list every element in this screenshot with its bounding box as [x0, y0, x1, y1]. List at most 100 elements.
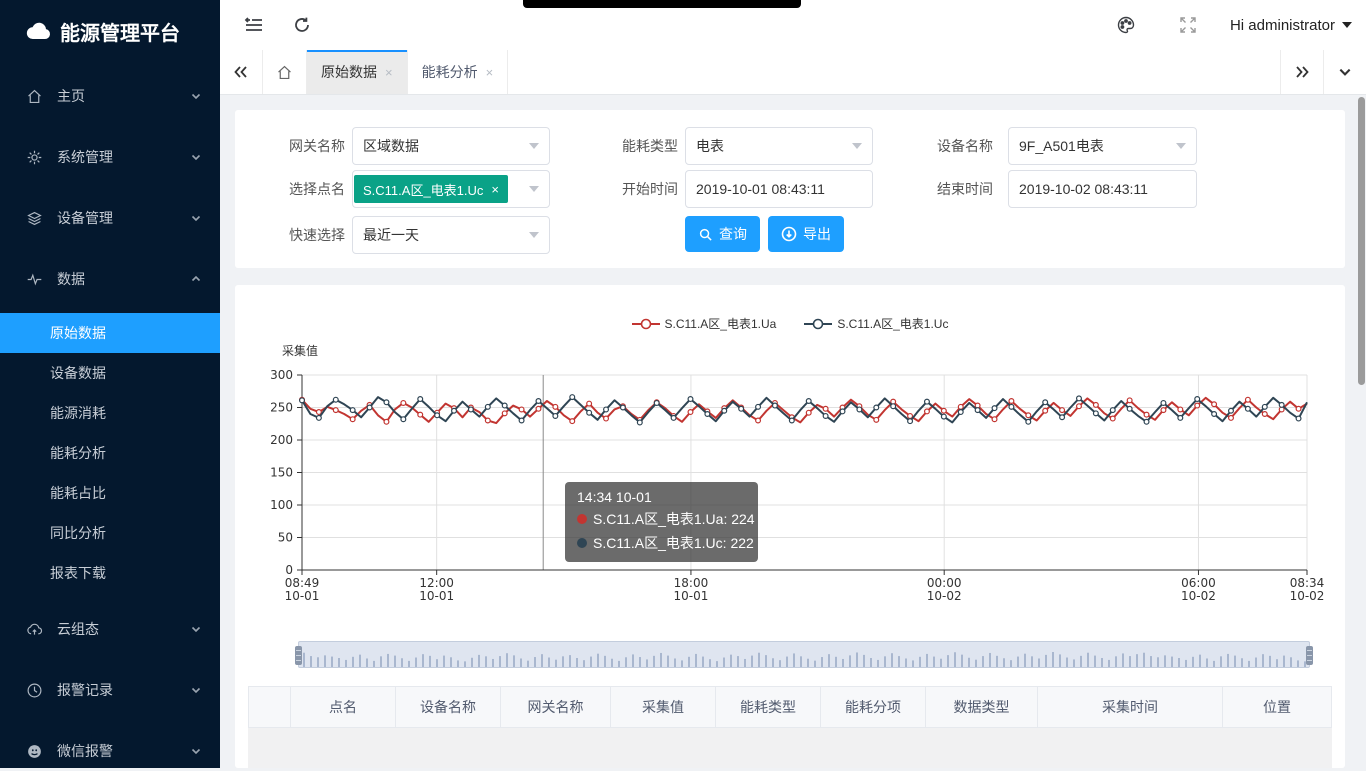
- quick-select[interactable]: 最近一天: [352, 216, 550, 254]
- svg-text:08:49: 08:49: [285, 576, 320, 590]
- datazoom-slider[interactable]: [298, 641, 1310, 668]
- tabs-menu-button[interactable]: [1323, 50, 1366, 94]
- sidebar-item-device[interactable]: 设备管理: [0, 198, 220, 238]
- gateway-select[interactable]: 区域数据: [352, 127, 550, 165]
- chevron-down-icon: [190, 623, 202, 635]
- top-overlay-bar: [523, 0, 801, 8]
- tabs-scroll-left-button[interactable]: [220, 50, 263, 94]
- col-gateway: 网关名称: [501, 687, 611, 727]
- tab-home[interactable]: [263, 50, 307, 94]
- svg-text:06:00: 06:00: [1181, 576, 1216, 590]
- sidebar-item-device-data[interactable]: 设备数据: [0, 353, 220, 393]
- col-point: 点名: [291, 687, 396, 727]
- wechat-icon: [26, 743, 43, 760]
- svg-text:200: 200: [270, 433, 293, 447]
- collapse-menu-icon: [244, 16, 264, 34]
- svg-text:10-02: 10-02: [927, 589, 962, 603]
- select-arrow-icon: [529, 186, 539, 192]
- sidebar-item-home[interactable]: 主页: [0, 76, 220, 116]
- chevron-down-icon: [190, 684, 202, 696]
- end-time-label: 结束时间: [913, 170, 993, 208]
- sidebar-item-yoy-analysis[interactable]: 同比分析: [0, 513, 220, 553]
- svg-text:18:00: 18:00: [674, 576, 709, 590]
- chevron-down-icon: [190, 90, 202, 102]
- sidebar-item-cloud-config[interactable]: 云组态: [0, 609, 220, 649]
- tooltip-uc-value: S.C11.A区_电表1.Uc: 222: [593, 533, 754, 553]
- end-time-input[interactable]: 2019-10-02 08:43:11: [1008, 170, 1197, 208]
- col-device: 设备名称: [396, 687, 501, 727]
- selected-point-tag: S.C11.A区_电表1.Uc×: [354, 175, 508, 203]
- energy-type-select[interactable]: 电表: [685, 127, 873, 165]
- tooltip-ua-value: S.C11.A区_电表1.Ua: 224: [593, 509, 755, 529]
- device-select[interactable]: 9F_A501电表: [1008, 127, 1197, 165]
- start-time-input[interactable]: 2019-10-01 08:43:11: [685, 170, 873, 208]
- tabs-scroll-right-button[interactable]: [1280, 50, 1323, 94]
- tab-bar: 原始数据 × 能耗分析 ×: [220, 50, 1366, 95]
- series-dot-icon: [577, 514, 587, 524]
- svg-text:300: 300: [270, 368, 293, 382]
- cloud-icon: [26, 21, 52, 41]
- col-select: [249, 687, 291, 727]
- col-location: 位置: [1223, 687, 1331, 727]
- double-chevron-right-icon: [1294, 65, 1310, 79]
- legend-marker-icon: [804, 318, 832, 330]
- close-tab-icon[interactable]: ×: [486, 65, 494, 80]
- close-tab-icon[interactable]: ×: [385, 65, 393, 80]
- svg-text:100: 100: [270, 498, 293, 512]
- quick-select-label: 快速选择: [265, 216, 345, 254]
- sidebar-item-system[interactable]: 系统管理: [0, 137, 220, 177]
- line-chart[interactable]: 05010015020025030008:4910-0112:0010-0118…: [235, 343, 1345, 643]
- chevron-down-icon: [190, 745, 202, 757]
- svg-text:08:34: 08:34: [1290, 576, 1325, 590]
- refresh-button[interactable]: [282, 5, 322, 45]
- theme-button[interactable]: [1106, 5, 1146, 45]
- search-icon: [698, 227, 713, 242]
- sidebar: 能源管理平台 主页 系统管理 设备管理 数据 原始数据 设备数据 能源消耗 能耗…: [0, 0, 220, 768]
- sidebar-item-report-download[interactable]: 报表下载: [0, 553, 220, 593]
- sidebar-item-energy-consumption[interactable]: 能源消耗: [0, 393, 220, 433]
- sidebar-item-data[interactable]: 数据: [0, 259, 220, 299]
- select-arrow-icon: [529, 232, 539, 238]
- sidebar-item-energy-analysis[interactable]: 能耗分析: [0, 433, 220, 473]
- energy-type-label: 能耗类型: [598, 127, 678, 165]
- query-button[interactable]: 查询: [685, 216, 760, 252]
- home-icon: [276, 64, 293, 81]
- start-time-label: 开始时间: [598, 170, 678, 208]
- sidebar-item-raw-data[interactable]: 原始数据: [0, 313, 220, 353]
- chart-legend: S.C11.A区_电表1.Ua S.C11.A区_电表1.Uc: [235, 315, 1345, 332]
- datazoom-minichart: [299, 642, 1309, 667]
- layers-icon: [26, 210, 43, 227]
- legend-marker-icon: [632, 318, 660, 330]
- select-arrow-icon: [1176, 143, 1186, 149]
- table-header: 点名 设备名称 网关名称 采集值 能耗类型 能耗分项 数据类型 采集时间 位置: [248, 686, 1332, 728]
- remove-tag-icon[interactable]: ×: [491, 182, 499, 197]
- fullscreen-button[interactable]: [1168, 5, 1208, 45]
- datazoom-left-handle[interactable]: [295, 646, 302, 665]
- chevron-down-icon: [190, 151, 202, 163]
- user-menu[interactable]: Hi administrator: [1230, 17, 1352, 34]
- tab-energy-analysis[interactable]: 能耗分析 ×: [408, 50, 509, 94]
- chart-tooltip: 14:34 10-01 S.C11.A区_电表1.Ua: 224 S.C11.A…: [565, 482, 758, 562]
- sidebar-item-energy-ratio[interactable]: 能耗占比: [0, 473, 220, 513]
- sidebar-item-wechat-alarm[interactable]: 微信报警: [0, 731, 220, 771]
- series-dot-icon: [577, 538, 587, 548]
- page-scrollbar[interactable]: [1358, 97, 1365, 385]
- chevron-up-icon: [190, 273, 202, 285]
- datazoom-right-handle[interactable]: [1306, 646, 1313, 665]
- svg-text:10-01: 10-01: [285, 589, 320, 603]
- data-submenu: 原始数据 设备数据 能源消耗 能耗分析 能耗占比 同比分析 报表下载: [0, 313, 220, 593]
- palette-icon: [1116, 15, 1136, 35]
- sidebar-item-alarm-records[interactable]: 报警记录: [0, 670, 220, 710]
- export-button[interactable]: 导出: [768, 216, 844, 252]
- svg-text:0: 0: [285, 563, 293, 577]
- chevron-down-icon: [190, 212, 202, 224]
- table-body-placeholder: [248, 728, 1332, 768]
- point-select[interactable]: S.C11.A区_电表1.Uc×: [352, 170, 550, 208]
- select-arrow-icon: [852, 143, 862, 149]
- legend-item-ua[interactable]: S.C11.A区_电表1.Ua: [632, 315, 777, 332]
- collapse-sidebar-button[interactable]: [234, 5, 274, 45]
- tab-raw-data[interactable]: 原始数据 ×: [307, 50, 408, 94]
- refresh-icon: [293, 16, 311, 34]
- col-energy-item: 能耗分项: [821, 687, 926, 727]
- legend-item-uc[interactable]: S.C11.A区_电表1.Uc: [804, 315, 948, 332]
